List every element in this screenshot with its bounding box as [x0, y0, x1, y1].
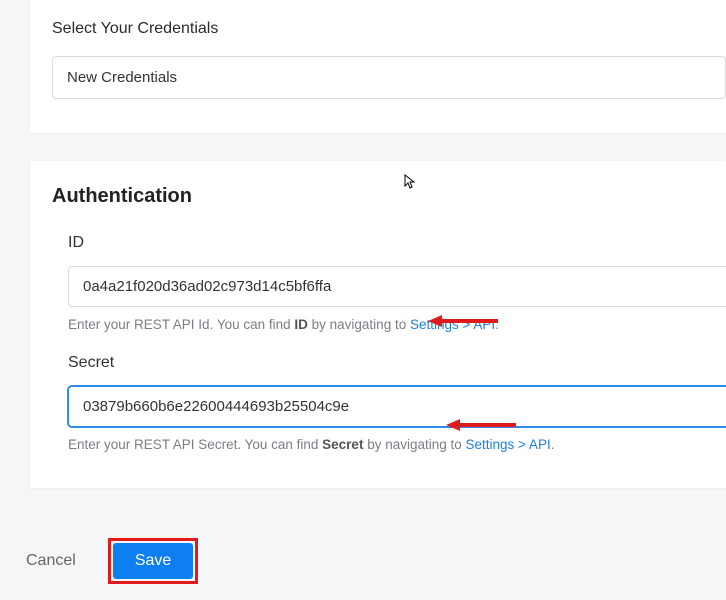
secret-input[interactable] [68, 386, 726, 427]
footer-actions: Cancel Save [22, 538, 198, 584]
credentials-label: Select Your Credentials [30, 20, 726, 38]
cancel-button[interactable]: Cancel [22, 544, 80, 578]
authentication-card: Authentication ID Enter your REST API Id… [30, 161, 726, 488]
save-button[interactable]: Save [113, 543, 193, 579]
id-field-block: ID Enter your REST API Id. You can find … [30, 234, 726, 332]
secret-label: Secret [68, 354, 726, 372]
id-hint-link[interactable]: Settings > API [410, 317, 495, 332]
secret-field-block: Secret Enter your REST API Secret. You c… [30, 354, 726, 452]
credentials-selected-value: New Credentials [67, 69, 177, 86]
credentials-select[interactable]: New Credentials [52, 56, 726, 99]
secret-hint-link[interactable]: Settings > API [466, 437, 551, 452]
id-hint: Enter your REST API Id. You can find ID … [68, 317, 726, 332]
authentication-heading: Authentication [30, 185, 726, 208]
credentials-card: Select Your Credentials New Credentials [30, 0, 726, 133]
save-button-highlight: Save [108, 538, 198, 584]
id-label: ID [68, 234, 726, 252]
secret-hint: Enter your REST API Secret. You can find… [68, 437, 726, 452]
id-input[interactable] [68, 266, 726, 307]
